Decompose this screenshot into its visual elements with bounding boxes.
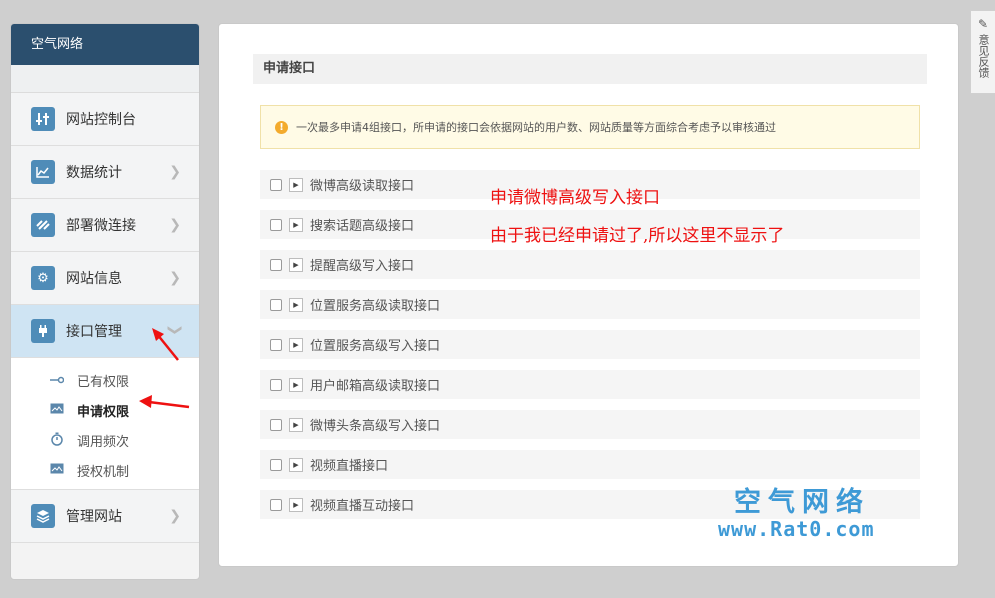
api-label: 位置服务高级写入接口 xyxy=(310,339,441,354)
api-checkbox[interactable] xyxy=(270,418,282,431)
submenu-item-label: 授权机制 xyxy=(77,464,130,480)
api-label: 用户邮箱高级读取接口 xyxy=(310,379,441,394)
expand-icon[interactable]: ▶ xyxy=(289,297,303,312)
submenu-item-label: 申请权限 xyxy=(77,404,130,420)
list-item: ▶ 提醒高级写入接口 xyxy=(260,250,920,279)
sidebar-item-manage-sites[interactable]: 管理网站 ❯ xyxy=(11,490,199,543)
chevron-right-icon: ❯ xyxy=(169,217,181,233)
list-item: ▶ 微博头条高级写入接口 xyxy=(260,410,920,439)
feedback-tab[interactable]: ✎ 意见反馈 xyxy=(970,10,995,94)
list-item: ▶ 用户邮箱高级读取接口 xyxy=(260,370,920,399)
sidebar-item-label: 网站信息 xyxy=(66,271,122,287)
api-checkbox[interactable] xyxy=(270,378,282,391)
submenu: 已有权限 申请权限 调用频次 授权机制 xyxy=(11,358,199,490)
chevron-right-icon: ❯ xyxy=(169,270,181,286)
annotation-text: 申请微博高级写入接口 xyxy=(490,188,660,208)
sidebar-spacer xyxy=(11,65,199,93)
list-item: ▶ 视频直播接口 xyxy=(260,450,920,479)
expand-icon[interactable]: ▶ xyxy=(289,257,303,272)
api-label: 微博头条高级写入接口 xyxy=(310,419,441,434)
sidebar-item-label: 管理网站 xyxy=(66,509,122,525)
submenu-item-label: 调用频次 xyxy=(77,434,130,450)
plug-icon xyxy=(31,319,55,343)
expand-icon[interactable]: ▶ xyxy=(289,377,303,392)
submenu-item-call-frequency[interactable]: 调用频次 xyxy=(11,425,199,455)
sidebar-item-stats[interactable]: 数据统计 ❯ xyxy=(11,146,199,199)
annotation-text: 由于我已经申请过了,所以这里不显示了 xyxy=(490,226,785,246)
api-checkbox[interactable] xyxy=(270,218,282,231)
api-checkbox[interactable] xyxy=(270,178,282,191)
warning-icon: ! xyxy=(275,120,288,134)
watermark-url: www.Rat0.com xyxy=(718,517,875,541)
expand-icon[interactable]: ▶ xyxy=(289,177,303,192)
sidebar-item-deploy[interactable]: 部署微连接 ❯ xyxy=(11,199,199,252)
submenu-item-existing-permissions[interactable]: 已有权限 xyxy=(11,365,199,395)
watermark-title: 空气网络 xyxy=(734,487,870,518)
sidebar-item-label: 数据统计 xyxy=(66,165,122,181)
api-checkbox[interactable] xyxy=(270,498,282,511)
notice-text: 一次最多申请4组接口，所申请的接口会依据网站的用户数、网站质量等方面综合考虑予以… xyxy=(296,121,776,134)
expand-icon[interactable]: ▶ xyxy=(289,217,303,232)
api-label: 视频直播接口 xyxy=(310,459,389,474)
api-checkbox[interactable] xyxy=(270,298,282,311)
image-icon xyxy=(49,403,65,417)
layers-icon xyxy=(31,504,55,528)
expand-icon[interactable]: ▶ xyxy=(289,417,303,432)
list-item: ▶ 位置服务高级读取接口 xyxy=(260,290,920,319)
sliders-icon xyxy=(31,107,55,131)
link-icon xyxy=(31,213,55,237)
api-checkbox[interactable] xyxy=(270,458,282,471)
api-label: 搜索话题高级接口 xyxy=(310,219,415,234)
api-checkbox[interactable] xyxy=(270,258,282,271)
submenu-item-authorization[interactable]: 授权机制 xyxy=(11,455,199,485)
expand-icon[interactable]: ▶ xyxy=(289,497,303,512)
api-label: 视频直播互动接口 xyxy=(310,499,415,514)
image-icon xyxy=(49,463,65,477)
api-label: 位置服务高级读取接口 xyxy=(310,299,441,314)
chart-icon xyxy=(31,160,55,184)
gear-icon: ⚙ xyxy=(31,266,55,290)
expand-icon[interactable]: ▶ xyxy=(289,337,303,352)
edit-icon: ✎ xyxy=(977,17,989,31)
chevron-right-icon: ❯ xyxy=(169,164,181,180)
sidebar-item-label: 网站控制台 xyxy=(66,112,136,128)
sidebar-item-label: 接口管理 xyxy=(66,324,122,340)
key-icon xyxy=(49,373,65,387)
submenu-item-label: 已有权限 xyxy=(77,374,130,390)
sidebar: 空气网络 网站控制台 数据统计 ❯ 部署微连接 ❯ ⚙ 网站信息 ❯ 接口管理 … xyxy=(10,23,200,580)
sidebar-item-site-info[interactable]: ⚙ 网站信息 ❯ xyxy=(11,252,199,305)
api-label: 提醒高级写入接口 xyxy=(310,259,415,274)
api-checkbox[interactable] xyxy=(270,338,282,351)
page-title: 申请接口 xyxy=(253,54,927,84)
site-brand: 空气网络 xyxy=(11,24,199,65)
expand-icon[interactable]: ▶ xyxy=(289,457,303,472)
feedback-label: 意见反馈 xyxy=(977,34,990,78)
stopwatch-icon xyxy=(49,432,65,449)
chevron-right-icon: ❯ xyxy=(169,508,181,524)
list-item: ▶ 位置服务高级写入接口 xyxy=(260,330,920,359)
annotation-arrow-icon xyxy=(152,328,179,361)
api-label: 微博高级读取接口 xyxy=(310,179,415,194)
annotation-arrow-icon xyxy=(139,395,190,409)
sidebar-item-label: 部署微连接 xyxy=(66,218,136,234)
sidebar-item-console[interactable]: 网站控制台 xyxy=(11,93,199,146)
notice-banner: ! 一次最多申请4组接口，所申请的接口会依据网站的用户数、网站质量等方面综合考虑… xyxy=(260,105,920,149)
